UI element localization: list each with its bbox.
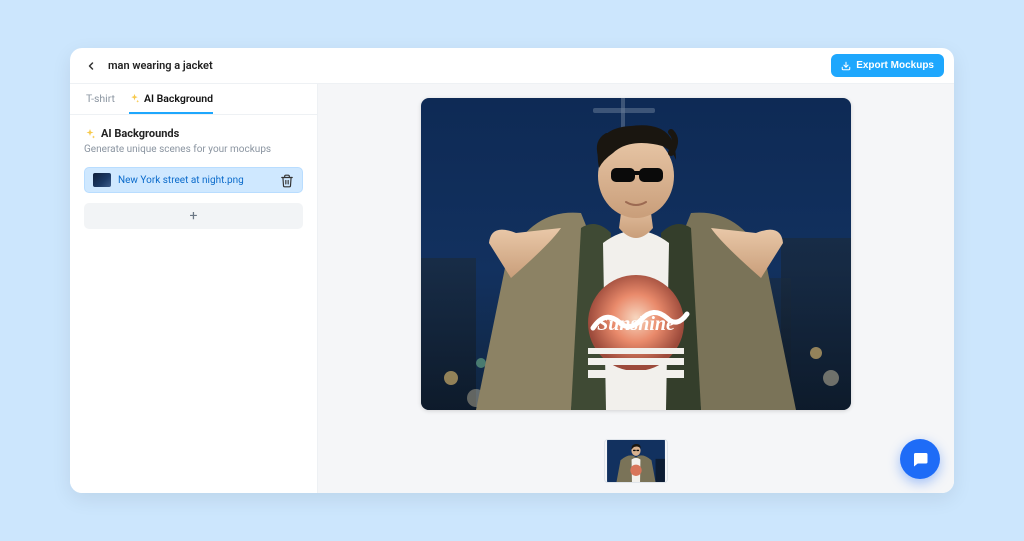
tab-label: AI Background xyxy=(144,92,213,105)
panel-title-text: AI Backgrounds xyxy=(101,127,179,140)
thumbnail[interactable] xyxy=(604,439,668,483)
mockup-image: Sunshine xyxy=(421,98,851,410)
export-button[interactable]: Export Mockups xyxy=(831,54,944,77)
app-window: man wearing a jacket Export Mockups T-sh… xyxy=(70,48,954,493)
background-thumbnail xyxy=(93,173,111,187)
tab-label: T-shirt xyxy=(86,92,115,105)
download-icon xyxy=(841,61,851,71)
panel-title: AI Backgrounds xyxy=(84,127,303,140)
stage: Sunshine xyxy=(318,84,954,493)
back-button[interactable] xyxy=(80,55,102,77)
delete-button[interactable] xyxy=(280,173,294,187)
chat-icon xyxy=(911,450,929,468)
preview-container: Sunshine xyxy=(338,98,934,427)
svg-text:Sunshine: Sunshine xyxy=(597,313,675,335)
header: man wearing a jacket Export Mockups xyxy=(70,48,954,84)
sparkle-icon xyxy=(129,93,140,104)
tabs: T-shirt AI Background xyxy=(70,84,317,115)
thumbnail-strip xyxy=(604,439,668,483)
tab-tshirt[interactable]: T-shirt xyxy=(86,84,115,114)
sidebar: T-shirt AI Background AI Backgrounds Gen… xyxy=(70,84,318,493)
background-item[interactable]: New York street at night.png xyxy=(84,167,303,193)
background-name: New York street at night.png xyxy=(118,175,273,186)
page-title: man wearing a jacket xyxy=(108,59,213,72)
mockup-preview[interactable]: Sunshine xyxy=(421,98,851,410)
panel-subtitle: Generate unique scenes for your mockups xyxy=(84,144,303,155)
tab-ai-background[interactable]: AI Background xyxy=(129,84,213,114)
sparkle-icon xyxy=(84,128,96,140)
trash-icon xyxy=(280,174,294,188)
thumbnail-image xyxy=(605,440,667,482)
chevron-left-icon xyxy=(85,60,97,72)
plus-icon: + xyxy=(190,208,198,224)
body: T-shirt AI Background AI Backgrounds Gen… xyxy=(70,84,954,493)
add-background-button[interactable]: + xyxy=(84,203,303,229)
export-label: Export Mockups xyxy=(856,60,934,71)
ai-backgrounds-panel: AI Backgrounds Generate unique scenes fo… xyxy=(70,115,317,241)
chat-button[interactable] xyxy=(900,439,940,479)
